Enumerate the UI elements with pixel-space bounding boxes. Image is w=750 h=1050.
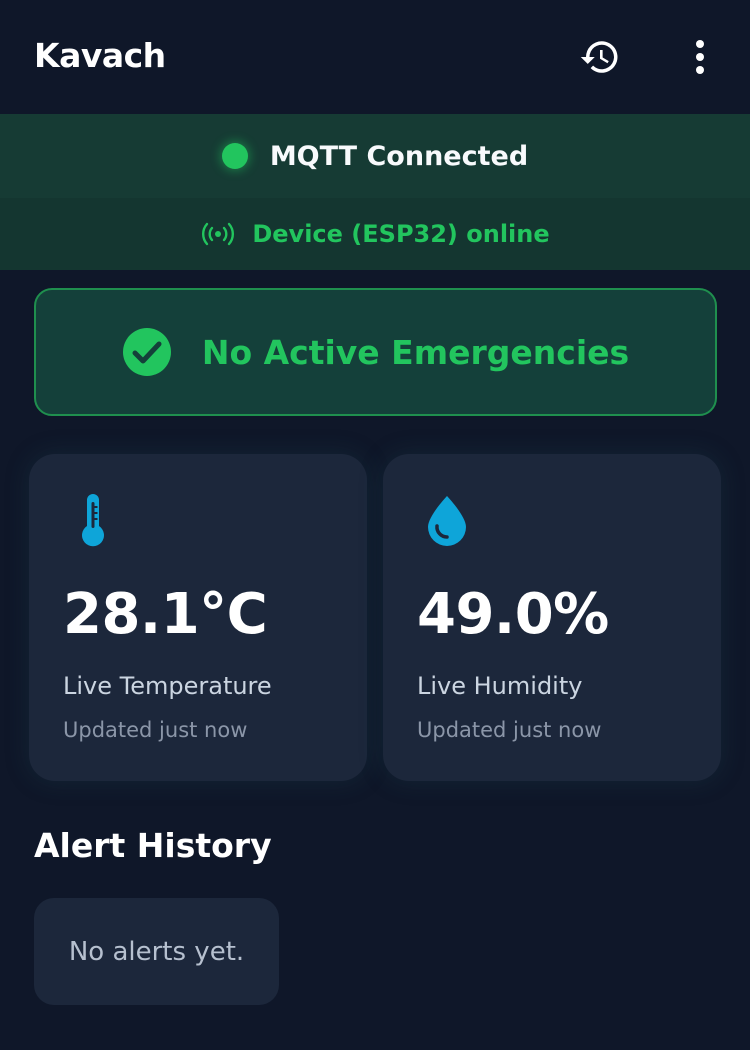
- device-status-text: Device (ESP32) online: [252, 220, 550, 248]
- mqtt-status-bar: MQTT Connected: [0, 114, 750, 198]
- alerts-empty-state: No alerts yet.: [34, 898, 279, 1005]
- app-screen: Kavach MQTT Connected Device (ESP32) onl…: [0, 0, 750, 1050]
- more-vert-icon: [696, 40, 704, 74]
- check-circle-icon: [122, 328, 171, 376]
- temperature-card: 28.1°C Live Temperature Updated just now: [29, 454, 367, 781]
- app-title: Kavach: [34, 36, 166, 75]
- humidity-value: 49.0%: [417, 582, 609, 647]
- connection-dot-icon: [221, 143, 248, 169]
- history-icon: [580, 41, 618, 73]
- emergency-status-card: No Active Emergencies: [34, 288, 717, 416]
- alert-history-title: Alert History: [34, 826, 272, 865]
- temperature-value: 28.1°C: [63, 582, 268, 647]
- history-button[interactable]: [574, 34, 626, 80]
- temperature-label: Live Temperature: [63, 672, 272, 700]
- thermometer-icon: [82, 494, 104, 547]
- humidity-updated: Updated just now: [417, 718, 602, 742]
- broadcast-icon: [202, 222, 235, 246]
- humidity-card: 49.0% Live Humidity Updated just now: [383, 454, 721, 781]
- mqtt-status-text: MQTT Connected: [269, 140, 529, 172]
- device-status-bar: Device (ESP32) online: [0, 198, 750, 270]
- humidity-label: Live Humidity: [417, 672, 583, 700]
- temperature-updated: Updated just now: [63, 718, 248, 742]
- more-options-button[interactable]: [680, 34, 720, 80]
- emergency-status-text: No Active Emergencies: [201, 332, 630, 372]
- water-drop-icon: [428, 496, 466, 546]
- alerts-empty-text: No alerts yet.: [68, 936, 245, 967]
- app-bar: Kavach: [0, 0, 750, 114]
